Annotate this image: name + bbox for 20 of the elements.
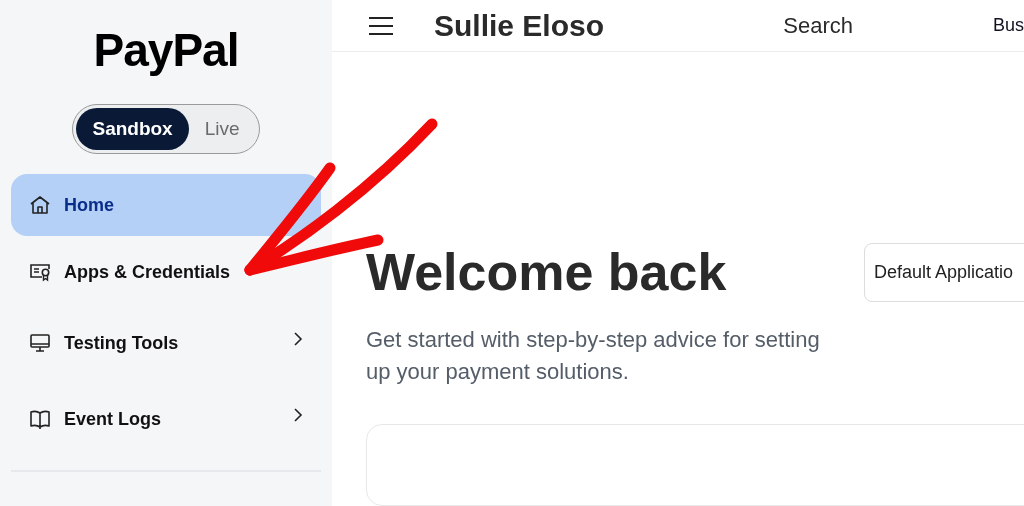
sidebar-item[interactable]: Apps & Credentials: [11, 244, 321, 300]
sidebar-item[interactable]: Event Logs: [11, 388, 321, 450]
toggle-option[interactable]: Live: [188, 108, 256, 150]
nav-link[interactable]: Bus: [992, 15, 1024, 36]
monitor-icon: [29, 332, 51, 354]
home-icon: [29, 194, 51, 216]
logo: PayPal: [93, 24, 239, 76]
application-dropdown[interactable]: Default Applicatio: [864, 242, 1024, 302]
menu-button[interactable]: [368, 15, 394, 36]
subtitle-text: Get started with step-by-step advice for setting up your payment solutions.: [366, 326, 821, 386]
toggle-option[interactable]: Sandbox: [76, 108, 189, 150]
sidebar-item[interactable]: Testing Tools: [11, 312, 321, 374]
page-title: Welcome back: [366, 242, 727, 302]
search-link[interactable]: Search: [783, 12, 853, 39]
menu-icon: [368, 15, 394, 36]
environment-toggle[interactable]: Sandbox Live: [72, 104, 260, 154]
book-icon: [29, 408, 51, 430]
account-name: Sullie Eloso: [434, 8, 605, 43]
sidebar-item[interactable]: Home: [11, 174, 321, 236]
certificate-icon: [29, 261, 51, 283]
